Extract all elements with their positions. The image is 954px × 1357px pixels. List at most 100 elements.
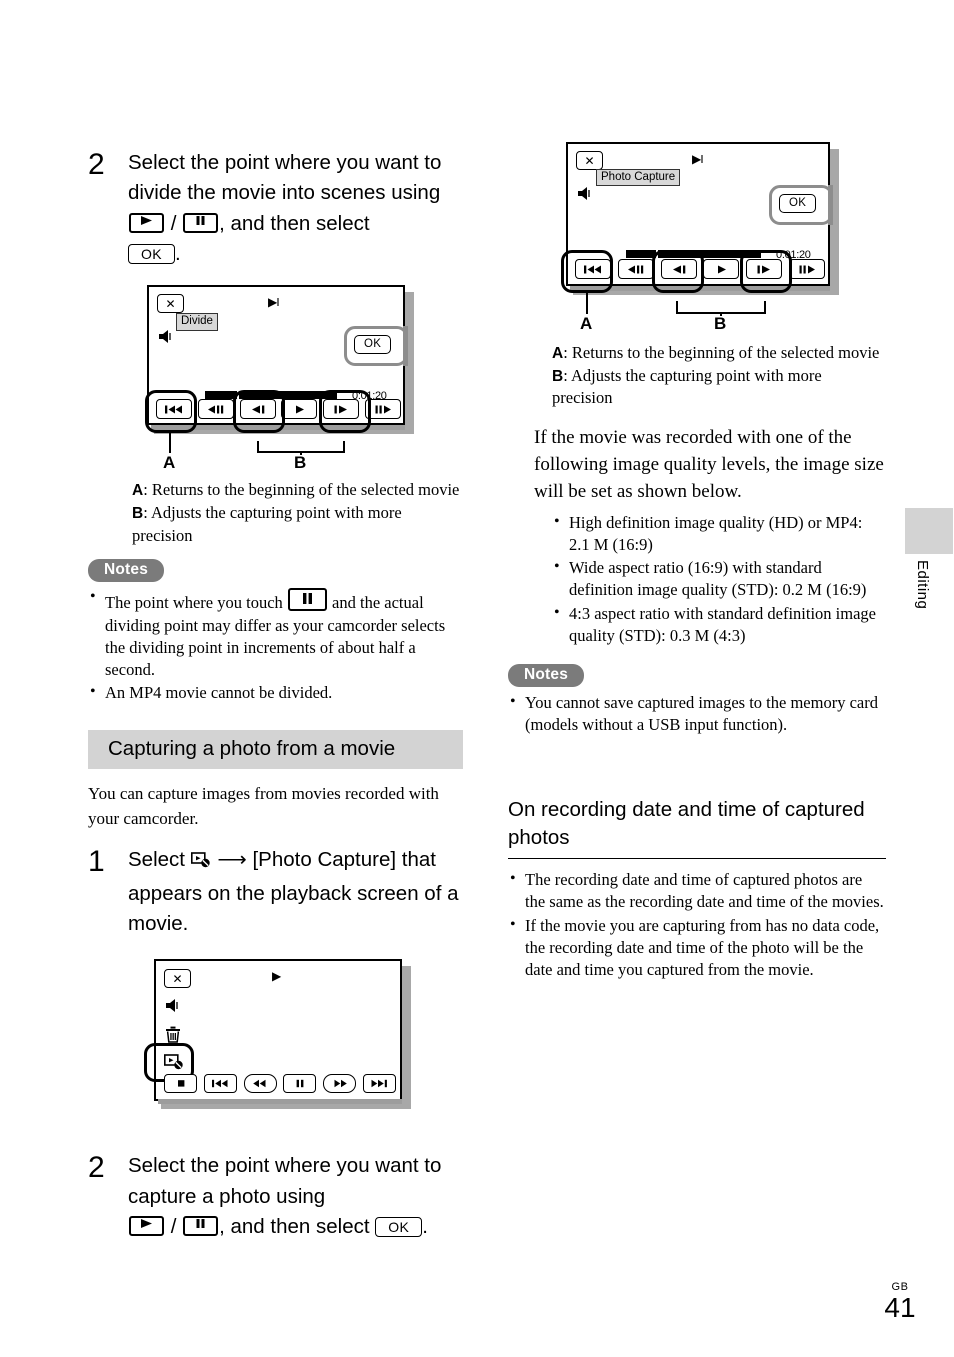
play-button[interactable] <box>703 259 740 279</box>
rewind-button[interactable] <box>243 1074 277 1094</box>
notes-list: You cannot save captured images to the m… <box>508 691 886 736</box>
progress-bar[interactable] <box>626 250 761 258</box>
date-time-bullet-list: The recording date and time of captured … <box>508 868 886 981</box>
legend-b-key: B <box>132 504 144 522</box>
ok-key: OK <box>375 1216 423 1237</box>
pause-icon <box>183 212 219 233</box>
control-bar-background <box>570 286 830 291</box>
previous-button[interactable] <box>203 1074 237 1094</box>
note-item: You cannot save captured images to the m… <box>508 691 886 736</box>
progress-bar[interactable] <box>205 391 337 400</box>
pause-button[interactable] <box>283 1074 317 1094</box>
leader-a <box>586 293 588 314</box>
notes-block-right: Notes You cannot save captured images to… <box>508 663 886 736</box>
step-number: 2 <box>88 148 105 181</box>
mode-label: Photo Capture <box>596 169 681 187</box>
legend-a: A: Returns to the beginning of the selec… <box>552 342 886 365</box>
ab-legend: A: Returns to the beginning of the selec… <box>132 479 463 546</box>
play-pause-indicator: ▶‖ <box>268 295 280 310</box>
note-text-pre: The point where you touch <box>105 593 283 613</box>
play-icon <box>129 1215 164 1236</box>
go-to-beginning-button[interactable] <box>575 259 611 279</box>
left-column: 2 Select the point where you want to div… <box>88 148 463 1246</box>
control-bar-background <box>158 1099 402 1105</box>
close-icon[interactable]: ✕ <box>157 294 184 314</box>
stop-button[interactable] <box>164 1074 197 1094</box>
legend-b-key: B <box>552 367 564 385</box>
notes-list: The point where you touch and the actual… <box>88 586 463 704</box>
progress-tick <box>656 250 658 258</box>
trash-icon[interactable] <box>165 1026 181 1048</box>
speaker-icon <box>577 186 593 206</box>
legend-a-key: A <box>132 482 144 500</box>
playback-screen-illustration: ✕ ▶ <box>144 959 414 1110</box>
note-item: An MP4 movie cannot be divided. <box>88 681 463 704</box>
arrow-icon: ⟶ <box>217 848 247 872</box>
close-icon[interactable]: ✕ <box>164 969 191 989</box>
step-text-part2: , and then select <box>219 211 370 235</box>
close-icon[interactable]: ✕ <box>576 151 603 170</box>
notes-badge: Notes <box>508 663 585 687</box>
next-button[interactable] <box>362 1074 396 1094</box>
control-bar-background <box>151 425 405 431</box>
callout-a: A <box>580 314 593 333</box>
quality-intro: If the movie was recorded with one of th… <box>534 427 884 503</box>
pause-icon <box>287 588 327 612</box>
ok-button[interactable]: OK <box>779 194 817 213</box>
frame-reverse-button[interactable] <box>197 399 234 420</box>
speaker-icon[interactable] <box>165 998 181 1018</box>
callout-b: B <box>294 453 307 473</box>
frame-advance-button[interactable] <box>364 399 401 420</box>
step-text: Select ⟶ [Photo Capture] that appears on… <box>128 845 463 939</box>
photo-capture-icon[interactable] <box>164 1054 185 1076</box>
notes-block-left: Notes The point where you touch and the … <box>88 559 463 704</box>
speaker-icon <box>158 329 174 349</box>
ok-button[interactable]: OK <box>354 335 392 354</box>
step-number: 1 <box>88 845 105 879</box>
legend-b-text: : Adjusts the capturing point with more … <box>132 502 402 545</box>
fast-forward-button[interactable] <box>323 1074 357 1094</box>
step-backward-button[interactable] <box>239 399 276 420</box>
step-forward-button[interactable] <box>323 399 360 420</box>
play-pause-indicator: ▶‖ <box>692 152 704 166</box>
side-tab-label: Editing <box>914 560 931 610</box>
step-backward-button[interactable] <box>660 259 697 279</box>
step-forward-button[interactable] <box>746 259 783 279</box>
frame-advance-button[interactable] <box>788 259 825 279</box>
frame-reverse-button[interactable] <box>617 259 654 279</box>
step-divide: 2 Select the point where you want to div… <box>88 148 463 269</box>
divide-screen-illustration: ✕ Divide ▶‖ 0:01:20 OK A B <box>145 285 414 472</box>
callout-b: B <box>714 314 727 333</box>
section-intro: You can capture images from movies recor… <box>88 784 439 828</box>
photo-capture-icon <box>190 848 212 878</box>
go-to-beginning-button[interactable] <box>156 399 192 420</box>
step-text-end: . <box>175 241 181 265</box>
notes-badge: Notes <box>88 559 165 583</box>
page-number: 41 <box>884 1292 916 1323</box>
manual-page: 2 Select the point where you want to div… <box>0 0 954 1357</box>
step-text-part2: , and then select <box>219 1214 370 1238</box>
list-item: Wide aspect ratio (16:9) with standard d… <box>552 556 886 601</box>
ok-key: OK <box>128 243 176 264</box>
quality-bullet-list: High definition image quality (HD) or MP… <box>552 511 886 647</box>
step-capture-point: 2 Select the point where you want to cap… <box>88 1151 463 1242</box>
mode-label: Divide <box>176 313 218 331</box>
callout-a: A <box>163 453 176 473</box>
legend-b-text: : Adjusts the capturing point with more … <box>552 365 822 408</box>
page-folio: GB 41 <box>872 1281 928 1322</box>
step-text-part1: Select <box>128 848 185 872</box>
section-heading-capturing: Capturing a photo from a movie <box>88 730 463 770</box>
list-item: High definition image quality (HD) or MP… <box>552 511 886 556</box>
transport-controls <box>156 399 401 420</box>
capture-screen-illustration: ✕ Photo Capture ▶‖ 0:01:20 OK A B <box>561 142 841 333</box>
play-button[interactable] <box>281 399 318 420</box>
pause-icon <box>183 1215 219 1236</box>
transport-controls <box>575 259 825 279</box>
list-item: 4:3 aspect ratio with standard definitio… <box>552 601 886 647</box>
legend-b: B: Adjusts the capturing point with more… <box>132 502 463 547</box>
right-column: ✕ Photo Capture ▶‖ 0:01:20 OK A B A: Ret… <box>508 142 886 982</box>
list-item: The recording date and time of captured … <box>508 868 886 913</box>
ab-legend: A: Returns to the beginning of the selec… <box>552 342 886 409</box>
section-heading-date-time: On recording date and time of captured p… <box>508 796 886 860</box>
key-separator: / <box>170 211 177 235</box>
